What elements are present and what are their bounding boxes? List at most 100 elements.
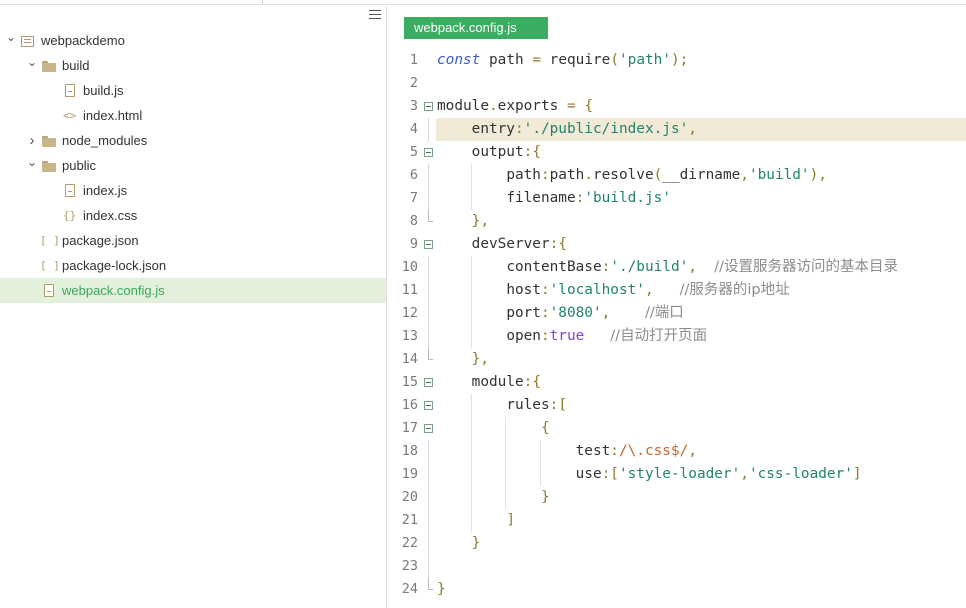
chevron-down-icon[interactable]: ⌄: [6, 28, 16, 53]
code-text: },: [471, 213, 489, 229]
code-text: module:{: [471, 374, 541, 390]
line-number: 10: [401, 259, 418, 275]
file-js-icon: [44, 284, 54, 297]
code-text: host:'localhost', //服务器的ip地址: [506, 282, 790, 298]
tree-item-label: webpackdemo: [41, 33, 125, 48]
code-text: },: [471, 351, 489, 367]
line-number: 18: [401, 443, 418, 459]
fold-range-line: [428, 555, 429, 578]
fold-toggle-icon[interactable]: [424, 401, 433, 410]
file-explorer-sidebar: ⌄ webpackdemo ⌄ build build.js <> index.html › n…: [0, 6, 387, 608]
code-line[interactable]: 9 devServer:{: [388, 233, 966, 256]
fold-range-line: [428, 118, 429, 141]
line-number: 20: [401, 489, 418, 505]
folder-icon: [42, 136, 56, 147]
fold-toggle-icon[interactable]: [424, 148, 433, 157]
code-line[interactable]: 2: [388, 72, 966, 95]
code-text: devServer:{: [471, 236, 567, 252]
fold-range-line: [428, 164, 429, 187]
fold-toggle-icon[interactable]: [424, 424, 433, 433]
code-line[interactable]: 12 port:'8080', //端口: [388, 302, 966, 325]
line-number: 22: [401, 535, 418, 551]
tree-item[interactable]: ⌄ build: [0, 53, 386, 78]
code-text: open:true //自动打开页面: [506, 328, 708, 344]
tree-item[interactable]: [ ] package-lock.json: [0, 253, 386, 278]
line-number: 11: [401, 282, 418, 298]
tree-item[interactable]: [ ] package.json: [0, 228, 386, 253]
code-line[interactable]: 20 }: [388, 486, 966, 509]
code-line[interactable]: 19 use:['style-loader','css-loader']: [388, 463, 966, 486]
code-line[interactable]: 4 entry:'./public/index.js',: [388, 118, 966, 141]
code-line[interactable]: 15 module:{: [388, 371, 966, 394]
file-js-icon: [65, 84, 75, 97]
code-line[interactable]: 17 {: [388, 417, 966, 440]
code-line[interactable]: 14 },: [388, 348, 966, 371]
line-number: 7: [409, 190, 418, 206]
fold-range-line: [428, 486, 429, 509]
tree-item[interactable]: {} index.css: [0, 203, 386, 228]
project-icon: [21, 36, 34, 47]
line-number: 2: [409, 75, 418, 91]
top-divider: [262, 0, 966, 4]
tree-item[interactable]: build.js: [0, 78, 386, 103]
fold-range-line: [428, 463, 429, 486]
line-number: 17: [401, 420, 418, 436]
code-line[interactable]: 23: [388, 555, 966, 578]
fold-range-line: [428, 509, 429, 532]
tree-item-label: webpack.config.js: [62, 283, 165, 298]
code-line[interactable]: 6 path:path.resolve(__dirname,'build'),: [388, 164, 966, 187]
code-line[interactable]: 10 contentBase:'./build', //设置服务器访问的基本目录: [388, 256, 966, 279]
tab-webpack-config[interactable]: webpack.config.js: [404, 17, 548, 39]
chevron-down-icon[interactable]: ⌄: [27, 153, 37, 178]
line-number: 1: [409, 52, 418, 68]
code-line[interactable]: 5 output:{: [388, 141, 966, 164]
fold-range-line: [428, 187, 429, 210]
json-file-icon: [ ]: [40, 259, 60, 272]
code-line[interactable]: 22 }: [388, 532, 966, 555]
line-number: 12: [401, 305, 418, 321]
code-text: const path = require('path');: [437, 52, 689, 68]
code-text: }: [471, 535, 481, 551]
code-line[interactable]: 11 host:'localhost', //服务器的ip地址: [388, 279, 966, 302]
tree-item[interactable]: index.js: [0, 178, 386, 203]
fold-range-line: [428, 279, 429, 302]
code-line[interactable]: 3 module.exports = {: [388, 95, 966, 118]
window-top-strip: [0, 0, 966, 5]
json-file-icon: [ ]: [40, 234, 60, 247]
code-area[interactable]: 1 const path = require('path'); 2 3 module.e…: [388, 49, 966, 601]
tree-item-label: index.js: [83, 183, 128, 198]
tree-item-label: public: [62, 158, 96, 173]
fold-toggle-icon[interactable]: [424, 102, 433, 111]
tree-item[interactable]: ⌄ public: [0, 153, 386, 178]
menu-icon[interactable]: [369, 10, 381, 22]
code-line[interactable]: 18 test:/\.css$/,: [388, 440, 966, 463]
line-number: 9: [409, 236, 418, 252]
fold-end-marker: [428, 348, 433, 360]
line-number: 4: [409, 121, 418, 137]
tree-item[interactable]: › node_modules: [0, 128, 386, 153]
line-number: 13: [401, 328, 418, 344]
code-line[interactable]: 1 const path = require('path');: [388, 49, 966, 72]
tree-item[interactable]: webpack.config.js: [0, 278, 386, 303]
fold-end-marker: [428, 210, 433, 222]
line-number: 14: [401, 351, 418, 367]
code-text: filename:'build.js': [506, 190, 671, 206]
code-line[interactable]: 21 ]: [388, 509, 966, 532]
fold-toggle-icon[interactable]: [424, 378, 433, 387]
code-text: output:{: [471, 144, 541, 160]
line-number: 16: [401, 397, 418, 413]
code-text: use:['style-loader','css-loader']: [575, 466, 862, 482]
code-line[interactable]: 13 open:true //自动打开页面: [388, 325, 966, 348]
code-line[interactable]: 24}: [388, 578, 966, 601]
code-text: }: [437, 581, 446, 597]
tree-item[interactable]: <> index.html: [0, 103, 386, 128]
code-line[interactable]: 16 rules:[: [388, 394, 966, 417]
code-line[interactable]: 7 filename:'build.js': [388, 187, 966, 210]
code-text: {: [540, 420, 550, 436]
tree-item[interactable]: ⌄ webpackdemo: [0, 28, 386, 53]
fold-toggle-icon[interactable]: [424, 240, 433, 249]
chevron-down-icon[interactable]: ⌄: [27, 53, 37, 78]
code-line[interactable]: 8 },: [388, 210, 966, 233]
chevron-right-icon[interactable]: ›: [27, 128, 37, 153]
code-text: rules:[: [506, 397, 567, 413]
